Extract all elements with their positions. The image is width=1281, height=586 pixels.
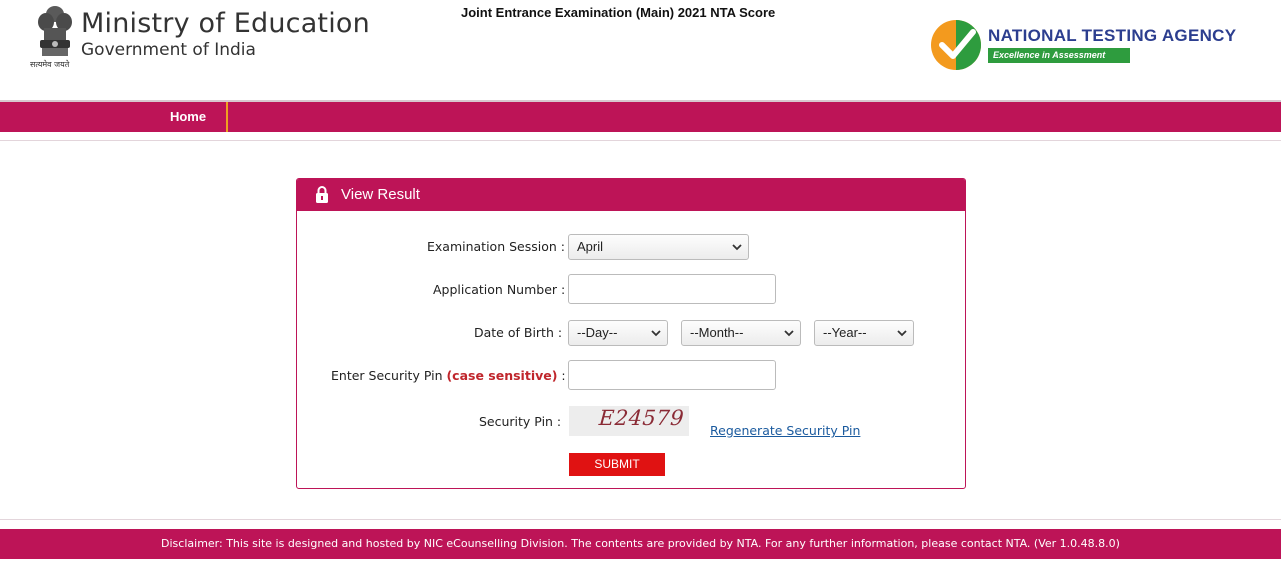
dob-year-select[interactable]: --Year--	[814, 320, 914, 346]
chevron-down-icon	[651, 330, 661, 337]
ministry-subtitle: Government of India	[81, 40, 256, 60]
nta-check-logo-icon	[931, 20, 981, 70]
captcha-label: Security Pin :	[479, 414, 562, 429]
footer-divider	[0, 519, 1281, 520]
emblem-motto: सत्यमेव जयते	[30, 60, 70, 69]
security-pin-label: Enter Security Pin (case sensitive) :	[331, 368, 566, 383]
session-label: Examination Session :	[427, 239, 565, 254]
captcha-image: E24579	[569, 406, 689, 436]
session-select[interactable]: April	[568, 234, 749, 260]
nav-item-home[interactable]: Home	[150, 102, 228, 132]
captcha-text: E24579	[598, 406, 685, 430]
agency-name: NATIONAL TESTING AGENCY	[988, 26, 1237, 45]
session-select-value: April	[577, 239, 604, 254]
submit-button[interactable]: SUBMIT	[569, 453, 665, 476]
dob-label: Date of Birth :	[474, 325, 563, 340]
chevron-down-icon	[732, 244, 742, 251]
regenerate-security-pin-link[interactable]: Regenerate Security Pin	[710, 423, 860, 438]
exam-title: Joint Entrance Examination (Main) 2021 N…	[461, 5, 776, 20]
security-pin-input[interactable]	[568, 360, 776, 390]
panel-header: View Result	[297, 179, 965, 211]
lock-icon	[316, 186, 328, 203]
agency-tagline: Excellence in Assessment	[988, 48, 1130, 63]
application-number-label: Application Number :	[433, 282, 566, 297]
security-pin-label-text: Enter Security Pin	[331, 368, 447, 383]
nav-divider-bottom	[0, 132, 1281, 141]
dob-day-value: --Day--	[577, 325, 618, 340]
chevron-down-icon	[897, 330, 907, 337]
security-pin-label-colon: :	[557, 368, 566, 383]
panel-title: View Result	[341, 186, 420, 203]
chevron-down-icon	[784, 330, 794, 337]
view-result-panel: View Result Examination Session : April …	[296, 178, 966, 489]
dob-month-select[interactable]: --Month--	[681, 320, 801, 346]
dob-year-value: --Year--	[823, 325, 867, 340]
case-sensitive-note: (case sensitive)	[446, 368, 558, 383]
application-number-input[interactable]	[568, 274, 776, 304]
footer-disclaimer: Disclaimer: This site is designed and ho…	[0, 529, 1281, 559]
main-nav: Home	[0, 102, 1281, 132]
ministry-title: Ministry of Education	[81, 8, 370, 39]
dob-month-value: --Month--	[690, 325, 744, 340]
site-header: सत्यमेव जयते Ministry of Education Gover…	[0, 0, 1281, 100]
dob-day-select[interactable]: --Day--	[568, 320, 668, 346]
